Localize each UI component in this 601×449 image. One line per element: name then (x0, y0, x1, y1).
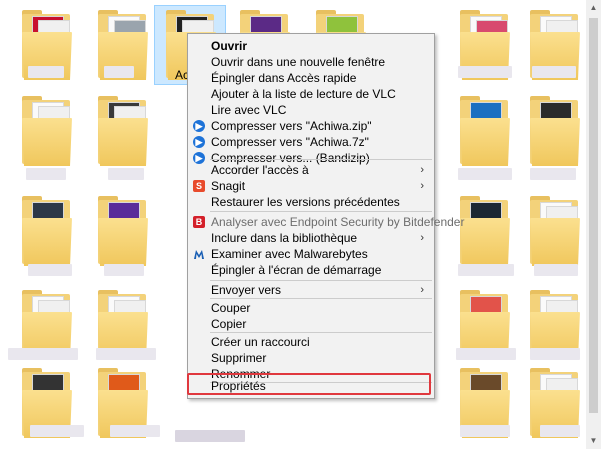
menu-item-label: Restaurer les versions précédentes (211, 195, 400, 209)
folder-label (96, 348, 156, 360)
folder-label (458, 66, 512, 78)
menu-item-label: Accorder l'accès à (211, 163, 309, 177)
menu-item-grant-access[interactable]: Accorder l'accès à › (188, 162, 434, 178)
folder-icon[interactable] (22, 96, 72, 168)
menu-item-label: Compresser vers "Achiwa.zip" (211, 119, 372, 133)
folder-label (28, 264, 72, 276)
menu-item-label: Ouvrir dans une nouvelle fenêtre (211, 55, 386, 69)
folder-icon[interactable] (530, 96, 580, 168)
folder-label (30, 425, 84, 437)
menu-item-cut[interactable]: Couper (188, 300, 434, 316)
folder-label (458, 264, 514, 276)
chevron-right-icon: › (420, 232, 424, 244)
menu-item-label: Créer un raccourci (211, 335, 310, 349)
folder-icon[interactable] (530, 196, 580, 268)
menu-item-label: Snagit (211, 179, 246, 193)
folder-label (534, 264, 578, 276)
menu-item-bitdefender-scan[interactable]: B Analyser avec Endpoint Security by Bit… (188, 214, 464, 230)
menu-item-malwarebytes-scan[interactable]: Examiner avec Malwarebytes (188, 246, 434, 262)
folder-icon[interactable] (98, 96, 148, 168)
chevron-right-icon: › (420, 180, 424, 192)
folder-label (532, 66, 576, 78)
bandizip-icon: ▶ (193, 120, 205, 132)
folder-label (8, 348, 78, 360)
menu-item-ouvrir[interactable]: Ouvrir (188, 38, 434, 54)
vertical-scrollbar[interactable]: ▲ ▼ (586, 0, 601, 449)
properties-highlight-box (187, 373, 431, 395)
menu-item-label: Envoyer vers (211, 283, 282, 297)
menu-item-compress-7z[interactable]: ▶ Compresser vers "Achiwa.7z" (188, 134, 434, 150)
menu-item-label: Examiner avec Malwarebytes (211, 247, 368, 261)
menu-item-add-vlc-playlist[interactable]: Ajouter à la liste de lecture de VLC (188, 86, 434, 102)
folder-label (458, 168, 512, 180)
snagit-icon: S (193, 180, 205, 192)
folder-label (26, 168, 66, 180)
menu-item-label: Épingler dans Accès rapide (211, 71, 357, 85)
scroll-up-icon[interactable]: ▲ (586, 0, 601, 16)
menu-item-pin-start[interactable]: Épingler à l'écran de démarrage (188, 262, 434, 278)
menu-item-pin-quick-access[interactable]: Épingler dans Accès rapide (188, 70, 434, 86)
menu-item-label: Analyser avec Endpoint Security by Bitde… (211, 215, 465, 229)
folder-label (108, 168, 144, 180)
bandizip-icon: ▶ (193, 136, 205, 148)
menu-item-label: Ajouter à la liste de lecture de VLC (211, 87, 396, 101)
malwarebytes-icon (193, 248, 205, 260)
menu-item-delete[interactable]: Supprimer (188, 350, 434, 366)
menu-item-compress-zip[interactable]: ▶ Compresser vers "Achiwa.zip" (188, 118, 434, 134)
menu-item-label: Couper (211, 301, 251, 315)
menu-item-restore-versions[interactable]: Restaurer les versions précédentes (188, 194, 434, 210)
menu-separator (210, 298, 432, 299)
folder-label (460, 425, 510, 437)
menu-item-label: Compresser vers "Achiwa.7z" (211, 135, 369, 149)
menu-item-copy[interactable]: Copier (188, 316, 434, 332)
bitdefender-icon: B (193, 216, 205, 228)
menu-item-include-library[interactable]: Inclure dans la bibliothèque › (188, 230, 434, 246)
menu-item-create-shortcut[interactable]: Créer un raccourci (188, 334, 434, 350)
folder-icon[interactable] (460, 96, 510, 168)
context-menu: Ouvrir Ouvrir dans une nouvelle fenêtre … (187, 33, 464, 399)
menu-item-label: Ouvrir (211, 39, 248, 53)
folder-label (104, 66, 134, 78)
folder-label (28, 66, 64, 78)
folder-label (110, 425, 160, 437)
chevron-right-icon: › (420, 284, 424, 296)
menu-item-send-to[interactable]: Envoyer vers › (188, 282, 434, 298)
menu-item-play-vlc[interactable]: Lire avec VLC (188, 102, 434, 118)
folder-icon[interactable] (22, 196, 72, 268)
menu-item-snagit[interactable]: S Snagit › (188, 178, 434, 194)
menu-separator (210, 332, 432, 333)
folder-label (104, 264, 144, 276)
folder-icon[interactable] (98, 196, 148, 268)
chevron-right-icon: › (420, 164, 424, 176)
folder-label (530, 168, 576, 180)
folder-label (540, 425, 580, 437)
menu-separator (210, 159, 432, 160)
scroll-down-icon[interactable]: ▼ (586, 433, 601, 449)
menu-item-label: Inclure dans la bibliothèque (211, 231, 358, 245)
menu-separator (210, 280, 432, 281)
scrollbar-thumb[interactable] (589, 18, 598, 413)
folder-label (456, 348, 516, 360)
menu-item-label: Copier (211, 317, 247, 331)
folder-label (530, 348, 580, 360)
menu-separator (210, 211, 432, 212)
menu-item-label: Lire avec VLC (211, 103, 287, 117)
menu-item-open-new-window[interactable]: Ouvrir dans une nouvelle fenêtre (188, 54, 434, 70)
folder-label (175, 430, 245, 442)
menu-item-label: Supprimer (211, 351, 267, 365)
folder-icon[interactable] (460, 196, 510, 268)
menu-item-label: Épingler à l'écran de démarrage (211, 263, 382, 277)
